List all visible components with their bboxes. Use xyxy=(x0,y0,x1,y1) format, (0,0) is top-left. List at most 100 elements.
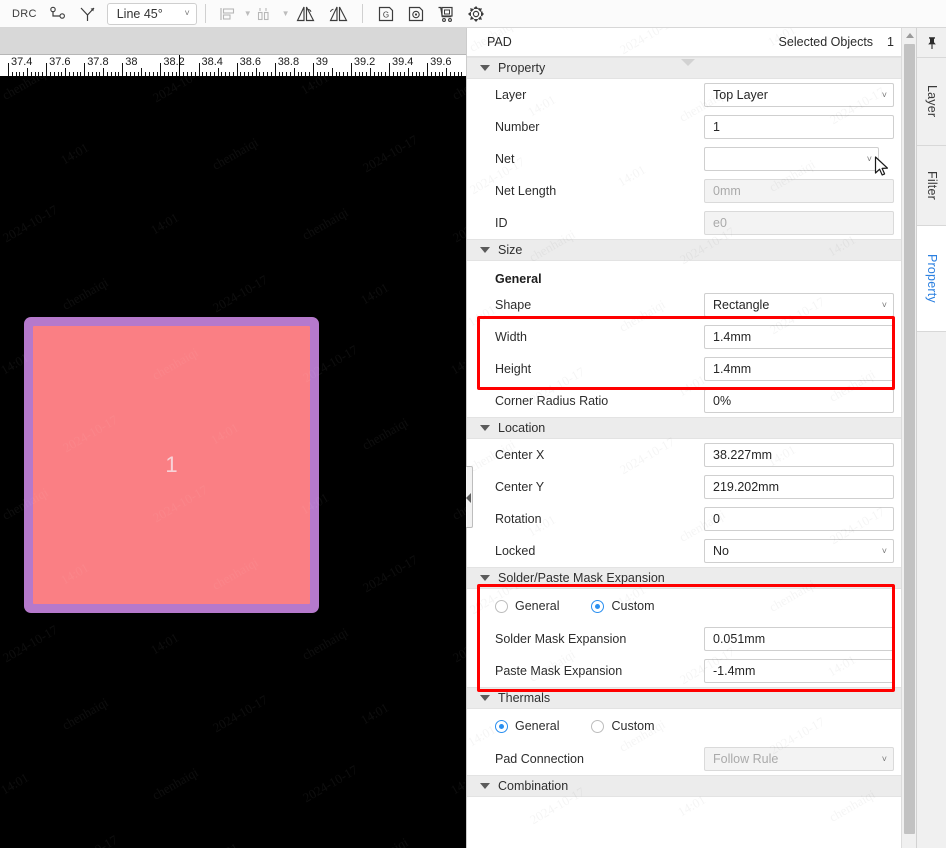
solder-mask-expansion-input[interactable]: 0.051mm xyxy=(704,627,894,651)
paste-mask-expansion-input[interactable]: -1.4mm xyxy=(704,659,894,683)
id-input: e0 xyxy=(704,211,894,235)
collapse-triangle-icon xyxy=(480,247,490,253)
label-net-length: Net Length xyxy=(495,184,557,198)
bom-cart-icon[interactable] xyxy=(431,2,461,26)
watermark-text: 2024-10-17 xyxy=(300,761,361,806)
distribute-button[interactable]: ▼ xyxy=(252,2,290,26)
board-view[interactable]: 1 chenhaiqi2024-10-1714:01chenhaiqi2024-… xyxy=(0,76,466,848)
section-header-location[interactable]: Location xyxy=(467,417,908,439)
watermark-text: chenhaiqi xyxy=(449,484,466,523)
thermals-mode-custom-radio[interactable]: Custom xyxy=(591,719,655,733)
height-input[interactable]: 1.4mm xyxy=(704,357,894,381)
panel-resize-handle[interactable] xyxy=(466,466,473,528)
net-select[interactable]: ˅ xyxy=(704,147,879,171)
shape-select[interactable]: Rectangle ˅ xyxy=(704,293,894,317)
pad-copper[interactable]: 1 xyxy=(33,326,310,604)
tab-layer-label: Layer xyxy=(925,85,939,118)
scrollbar-thumb[interactable] xyxy=(904,44,915,834)
watermark-text: 2024-10-17 xyxy=(360,551,421,596)
watermark-text: 2024-10-17 xyxy=(360,131,421,176)
center-y-value: 219.202mm xyxy=(713,480,780,494)
section-header-property[interactable]: Property xyxy=(467,57,908,79)
section-title-combination: Combination xyxy=(498,779,569,793)
scroll-up-arrow-icon[interactable] xyxy=(906,33,914,38)
mask-mode-custom-radio[interactable]: Custom xyxy=(591,599,655,613)
property-panel-scrollbar[interactable] xyxy=(901,28,916,848)
pcb-canvas[interactable]: 37.4 37.6 37.8 38 38.2 38.4 38.6 38.8 39 39.2 39.4… xyxy=(0,28,466,848)
routing-mode-select[interactable]: Line 45° ˅ xyxy=(106,2,197,25)
tab-filter[interactable]: Filter xyxy=(917,146,946,226)
section-header-size[interactable]: Size xyxy=(467,239,908,261)
label-number: Number xyxy=(495,120,540,134)
align-left-icon xyxy=(214,2,242,26)
watermark-text: 14:01 xyxy=(447,769,466,798)
route-trace-icon[interactable] xyxy=(43,2,73,26)
watermark-text: chenhaiqi xyxy=(209,134,261,173)
section-header-thermals[interactable]: Thermals xyxy=(467,687,908,709)
row-solder-mask-expansion: Solder Mask Expansion 0.051mm xyxy=(467,623,908,655)
watermark-text: chenhaiqi xyxy=(59,694,111,733)
watermark-text: 2024-10-17 xyxy=(450,621,466,666)
row-paste-mask-expansion: Paste Mask Expansion -1.4mm xyxy=(467,655,908,687)
pin-icon[interactable] xyxy=(917,28,946,58)
corner-radius-ratio-value: 0% xyxy=(713,394,732,408)
thermals-mode-radio-group: General Custom xyxy=(467,709,908,743)
section-header-mask-expansion[interactable]: Solder/Paste Mask Expansion xyxy=(467,567,908,589)
tab-layer[interactable]: Layer xyxy=(917,58,946,146)
row-center-x: Center X 38.227mm xyxy=(467,439,908,471)
watermark-text: chenhaiqi xyxy=(0,76,51,103)
section-header-combination[interactable]: Combination xyxy=(467,775,908,797)
label-paste-mask-expansion: Paste Mask Expansion xyxy=(495,664,623,678)
horizontal-ruler[interactable]: 37.4 37.6 37.8 38 38.2 38.4 38.6 38.8 39 39.2 39.4… xyxy=(0,28,466,76)
pad-solder-mask-outline[interactable]: 1 xyxy=(24,317,319,613)
toolbar-divider-1 xyxy=(204,4,206,23)
layer-select[interactable]: Top Layer ˅ xyxy=(704,83,894,107)
drc-button[interactable]: DRC xyxy=(6,2,43,26)
chevron-down-icon: ˅ xyxy=(881,545,887,556)
thermals-mode-general-label: General xyxy=(515,719,560,733)
tab-property[interactable]: Property xyxy=(917,226,946,332)
ruler-tick-label: 38.4 xyxy=(201,56,223,68)
rotation-input[interactable]: 0 xyxy=(704,507,894,531)
ruler-tick-label: 37.8 xyxy=(87,56,109,68)
svg-text:G: G xyxy=(382,10,388,19)
width-input[interactable]: 1.4mm xyxy=(704,325,894,349)
chevron-down-icon: ˅ xyxy=(881,299,887,310)
locked-select[interactable]: No ˅ xyxy=(704,539,894,563)
row-shape: Shape Rectangle ˅ xyxy=(467,289,908,321)
mask-mode-general-radio[interactable]: General xyxy=(495,599,559,613)
mirror-vertical-icon[interactable] xyxy=(322,2,354,26)
watermark-text: 2024-10-17 xyxy=(450,201,466,246)
watermark-text: chenhaiqi xyxy=(299,624,351,663)
layer-value: Top Layer xyxy=(713,88,768,102)
panelize-icon[interactable] xyxy=(401,2,431,26)
radio-circle-icon xyxy=(495,599,508,613)
align-button[interactable]: ▼ xyxy=(214,2,252,26)
trace-angle-icon[interactable] xyxy=(73,2,103,26)
watermark-text: 2024-10-17 xyxy=(0,621,61,666)
panel-collapse-arrow-icon[interactable] xyxy=(681,59,695,66)
center-x-value: 38.227mm xyxy=(713,448,773,462)
right-tab-rail: Layer Filter Property xyxy=(916,28,946,848)
chevron-down-icon: ˅ xyxy=(866,153,872,164)
mirror-horizontal-icon[interactable] xyxy=(290,2,322,26)
number-input[interactable]: 1 xyxy=(704,115,894,139)
mask-mode-radio-group: General Custom xyxy=(467,589,908,623)
corner-radius-ratio-input[interactable]: 0% xyxy=(704,389,894,413)
number-value: 1 xyxy=(713,120,720,134)
thermals-mode-general-radio[interactable]: General xyxy=(495,719,559,733)
property-panel: PAD Selected Objects 1 Property Layer Top… xyxy=(466,28,908,848)
settings-gear-icon[interactable] xyxy=(461,2,491,26)
routing-mode-value: Line 45° xyxy=(116,6,163,21)
center-x-input[interactable]: 38.227mm xyxy=(704,443,894,467)
radio-circle-selected-icon xyxy=(495,719,508,733)
watermark-text: 14:01 xyxy=(0,769,32,798)
label-width: Width xyxy=(495,330,527,344)
center-y-input[interactable]: 219.202mm xyxy=(704,475,894,499)
collapse-triangle-icon xyxy=(480,783,490,789)
watermark-text: 2024-10-17 xyxy=(210,271,271,316)
ruler-tick-label: 38 xyxy=(125,56,138,68)
watermark-text: chenhaiqi xyxy=(149,764,201,803)
paste-mask-expansion-value: -1.4mm xyxy=(713,664,756,678)
group-g-icon[interactable]: G xyxy=(371,2,401,26)
